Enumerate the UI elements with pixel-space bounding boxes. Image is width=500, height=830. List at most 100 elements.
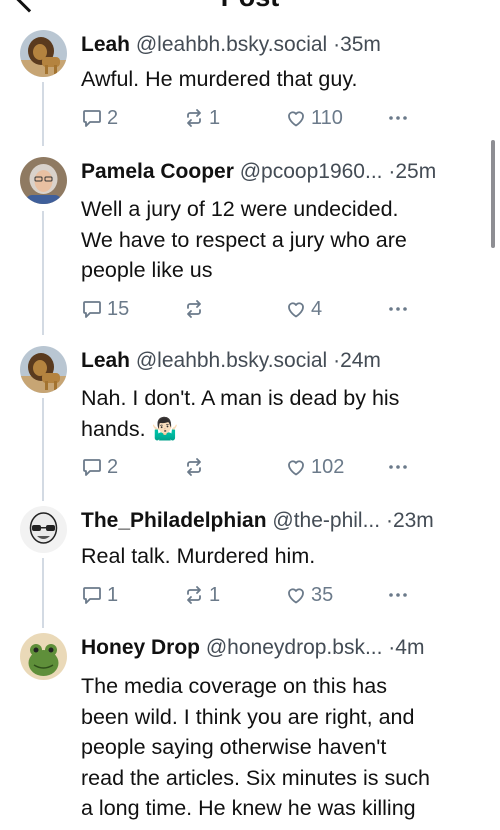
repost-icon [187,458,201,476]
repost-button[interactable] [183,454,209,480]
reply-icon [83,301,101,318]
reply-count: 2 [107,455,119,478]
post-text-line: a long time. He knew he was killing [81,796,416,820]
post-text-line: The media coverage on this has [81,674,387,698]
author-name[interactable]: The_Philadelphian [81,509,267,532]
author-name[interactable]: Honey Drop [81,636,200,659]
page-title: Post [0,0,500,13]
like-button[interactable]: 4 [285,296,322,322]
reply-button[interactable]: 15 [81,296,129,322]
separator-dot: · [333,349,341,372]
post-text-line: Nah. I don't. A man is dead by his [81,386,400,410]
ellipsis-icon [389,116,407,120]
reply-icon [83,110,101,127]
like-button[interactable]: 35 [285,582,333,608]
lion-avatar[interactable] [20,346,67,393]
post-text-line: been wild. I think you are right, and [81,704,415,729]
repost-icon [187,109,201,127]
more-options-button[interactable] [387,454,409,480]
heart-icon [288,588,304,604]
post-text: Well a jury of 12 were undecided. We hav… [81,194,476,286]
thread-post[interactable]: Leah @leahbh.bsky.social ·35m Awful. He … [0,30,500,146]
like-count: 110 [311,106,343,129]
post-text-line: people saying otherwise haven't [81,735,387,759]
thread-post[interactable]: Leah @leahbh.bsky.social ·24m Nah. I don… [0,346,500,501]
more-options-button[interactable] [387,105,409,131]
thread-line [42,211,44,335]
repost-icon [187,586,201,604]
post-header: Pamela Cooper @pcoop1960... ·25m [81,157,480,187]
thread-post[interactable]: The_Philadelphian @the-phil... ·23m Real… [0,506,500,628]
repost-count: 1 [209,583,221,606]
reply-button[interactable]: 2 [81,105,118,131]
thread-line [42,82,44,146]
post-text: Awful. He murdered that guy. [81,64,476,95]
post-actions: 2 1 110 [81,105,421,131]
lion-avatar[interactable] [20,30,67,77]
post-text: The media coverage on this has been wild… [81,671,476,824]
thread-post[interactable]: Honey Drop @honeydrop.bsk... ·4m The med… [0,633,500,830]
post-time: 35m [340,33,381,56]
post-text-line: people like us [81,258,213,282]
bald-man-glasses-avatar[interactable] [20,506,67,553]
post-text-line: Real talk. Murdered him. [81,544,316,568]
author-name[interactable]: Pamela Cooper [81,160,234,183]
more-options-button[interactable] [387,296,409,322]
ellipsis-icon [389,307,407,311]
reply-count: 2 [107,106,119,129]
like-button[interactable]: 110 [285,105,343,131]
reply-count: 1 [107,583,119,606]
post-actions: 2 102 [81,454,421,480]
post-text-line: Well a jury of 12 were undecided. [81,197,399,221]
like-button[interactable]: 102 [285,454,344,480]
post-time: 24m [340,349,381,372]
author-handle[interactable]: @honeydrop.bsk... [206,636,383,659]
author-handle[interactable]: @leahbh.bsky.social [136,33,327,56]
reply-button[interactable]: 1 [81,582,118,608]
post-time: 23m [392,509,434,532]
heart-icon [288,302,304,318]
author-name[interactable]: Leah [81,349,130,372]
post-text-line: We have to respect a jury who are [81,227,407,252]
reply-button[interactable]: 2 [81,454,118,480]
repost-button[interactable] [183,296,209,322]
post-text-line: Awful. He murdered that guy. [81,67,358,91]
like-count: 35 [311,583,334,606]
like-count: 102 [311,455,345,478]
post-header: Honey Drop @honeydrop.bsk... ·4m [81,633,480,663]
reply-count: 15 [107,297,130,320]
ellipsis-icon [389,465,407,469]
heart-icon [288,460,304,476]
post-header: Leah @leahbh.bsky.social ·24m [81,346,480,376]
post-actions: 15 4 [81,296,421,322]
post-header: Leah @leahbh.bsky.social ·35m [81,30,480,60]
like-count: 4 [311,297,323,320]
post-text: Real talk. Murdered him. [81,541,476,572]
repost-icon [187,300,201,318]
post-time: 4m [395,636,425,659]
thread-post[interactable]: Pamela Cooper @pcoop1960... ·25m Well a … [0,157,500,335]
post-header: The_Philadelphian @the-phil... ·23m [81,506,480,536]
post-text: Nah. I don't. A man is dead by his hands… [81,383,476,444]
post-text-line: read the articles. Six minutes is such [81,765,430,790]
frog-avatar[interactable] [20,633,67,680]
post-time: 25m [395,160,437,183]
top-bar: Post [0,0,500,16]
reply-icon [83,459,101,476]
post-actions: 1 1 35 [81,582,421,608]
author-handle[interactable]: @leahbh.bsky.social [136,349,327,372]
separator-dot: · [333,33,341,56]
post-text-line: hands. 🤷🏻‍♂️ [81,416,179,441]
woman-glasses-avatar[interactable] [20,157,67,204]
more-options-button[interactable] [387,582,409,608]
separator-dot: · [385,509,393,532]
thread-line [42,558,44,628]
author-name[interactable]: Leah [81,33,130,56]
author-handle[interactable]: @the-phil... [272,509,380,532]
author-handle[interactable]: @pcoop1960... [240,160,383,183]
repost-button[interactable]: 1 [183,105,220,131]
ellipsis-icon [389,593,407,597]
reply-icon [83,587,101,604]
repost-button[interactable]: 1 [183,582,220,608]
thread-line [42,398,44,501]
